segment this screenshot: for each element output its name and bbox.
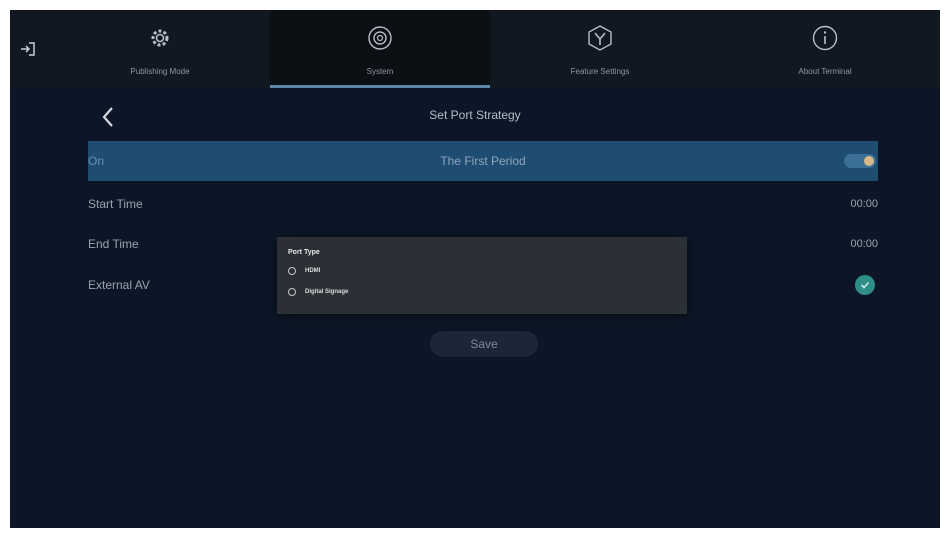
- option-label: HDMI: [305, 268, 321, 274]
- start-time-label: Start Time: [88, 197, 143, 211]
- period-row[interactable]: On The First Period: [88, 141, 878, 181]
- external-av-label: External AV: [88, 278, 150, 292]
- exit-icon[interactable]: [12, 34, 44, 64]
- tab-label: About Terminal: [798, 67, 852, 76]
- dialog-title: Port Type: [288, 249, 320, 256]
- top-navigation: Publishing Mode System Feature Settings: [10, 10, 940, 88]
- settings-icon: [363, 21, 397, 55]
- tab-publishing-mode[interactable]: Publishing Mode: [50, 10, 270, 88]
- radio-icon: [288, 288, 296, 296]
- end-time-label: End Time: [88, 237, 139, 251]
- tab-system[interactable]: System: [270, 10, 490, 88]
- start-time-value: 00:00: [850, 198, 878, 210]
- end-time-value: 00:00: [850, 238, 878, 250]
- check-icon[interactable]: [855, 275, 875, 295]
- save-button[interactable]: Save: [430, 331, 538, 357]
- gear-icon: [143, 21, 177, 55]
- toggle-knob: [864, 156, 874, 166]
- period-name: The First Period: [440, 154, 526, 168]
- start-time-row[interactable]: Start Time 00:00: [88, 184, 878, 224]
- app-screen: Publishing Mode System Feature Settings: [10, 10, 940, 528]
- page-title: Set Port Strategy: [429, 108, 521, 122]
- feature-settings-icon: [583, 21, 617, 55]
- option-label: Digital Signage: [305, 289, 349, 295]
- tab-label: Feature Settings: [570, 67, 630, 76]
- info-icon: [808, 21, 842, 55]
- tab-feature-settings[interactable]: Feature Settings: [490, 10, 710, 88]
- option-hdmi[interactable]: HDMI: [288, 264, 320, 278]
- port-type-dialog: Port Type HDMI Digital Signage: [277, 237, 687, 314]
- tab-label: Publishing Mode: [130, 67, 190, 76]
- tab-label: System: [366, 67, 394, 76]
- option-digital-signage[interactable]: Digital Signage: [288, 285, 348, 299]
- active-tab-indicator: [270, 85, 490, 88]
- radio-icon: [288, 267, 296, 275]
- tab-about-terminal[interactable]: About Terminal: [710, 10, 940, 88]
- period-toggle[interactable]: [844, 154, 876, 168]
